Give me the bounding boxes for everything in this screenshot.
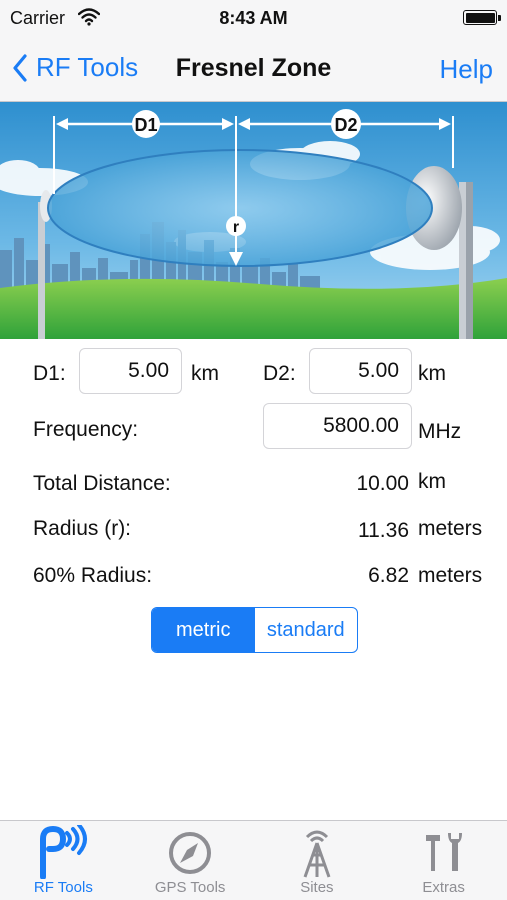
tab-extras-label: Extras bbox=[422, 879, 465, 896]
radius-unit: meters bbox=[418, 517, 483, 540]
tab-gps-tools-label: GPS Tools bbox=[154, 879, 226, 896]
radius60-label: 60% Radius: bbox=[33, 564, 153, 587]
radius-dimension-label: r bbox=[233, 219, 239, 236]
radius60-value: 6.82 bbox=[368, 564, 409, 587]
help-button[interactable]: Help bbox=[440, 54, 493, 85]
chevron-left-icon bbox=[13, 53, 27, 82]
battery-icon bbox=[463, 10, 501, 25]
total-distance-unit: km bbox=[418, 470, 446, 493]
tab-gps-tools[interactable]: GPS Tools bbox=[127, 821, 254, 900]
tab-rf-tools-label: RF Tools bbox=[33, 879, 93, 896]
d2-dimension-label: D2 bbox=[334, 115, 357, 135]
tab-sites[interactable]: Sites bbox=[254, 821, 381, 900]
tower-icon bbox=[293, 825, 341, 884]
frequency-unit: MHz bbox=[418, 420, 462, 443]
rf-signal-icon bbox=[35, 823, 91, 884]
segment-standard[interactable]: standard bbox=[255, 608, 358, 652]
tab-rf-tools[interactable]: RF Tools bbox=[0, 821, 127, 900]
status-bar: Carrier 8:43 AM bbox=[0, 0, 507, 38]
d1-dimension-label: D1 bbox=[134, 115, 157, 135]
d1-label: D1: bbox=[33, 362, 66, 385]
radius60-unit: meters bbox=[418, 564, 483, 587]
total-distance-value: 10.00 bbox=[356, 472, 409, 495]
tab-bar: RF Tools GPS Tools Sites Extras bbox=[0, 820, 507, 900]
d1-input[interactable] bbox=[79, 348, 182, 394]
d2-unit: km bbox=[418, 362, 446, 385]
d2-label: D2: bbox=[263, 362, 296, 385]
navigation-bar: RF Tools Fresnel Zone Help bbox=[0, 38, 507, 102]
back-button[interactable]: RF Tools bbox=[12, 52, 138, 83]
frequency-input[interactable] bbox=[263, 403, 412, 449]
clock: 8:43 AM bbox=[219, 8, 288, 28]
total-distance-label: Total Distance: bbox=[33, 472, 171, 495]
tab-extras[interactable]: Extras bbox=[380, 821, 507, 900]
fresnel-zone-diagram: D1 D2 r bbox=[0, 102, 507, 339]
d1-unit: km bbox=[191, 362, 219, 385]
units-segmented-control: metric standard bbox=[151, 607, 358, 653]
radius-label: Radius (r): bbox=[33, 517, 132, 540]
compass-icon bbox=[166, 825, 214, 880]
segment-metric[interactable]: metric bbox=[152, 608, 255, 652]
frequency-label: Frequency: bbox=[33, 418, 139, 441]
radius-value: 11.36 bbox=[358, 519, 409, 542]
tab-sites-label: Sites bbox=[300, 879, 334, 896]
tools-icon bbox=[420, 825, 468, 882]
back-button-label: RF Tools bbox=[36, 52, 139, 82]
d2-input[interactable] bbox=[309, 348, 412, 394]
